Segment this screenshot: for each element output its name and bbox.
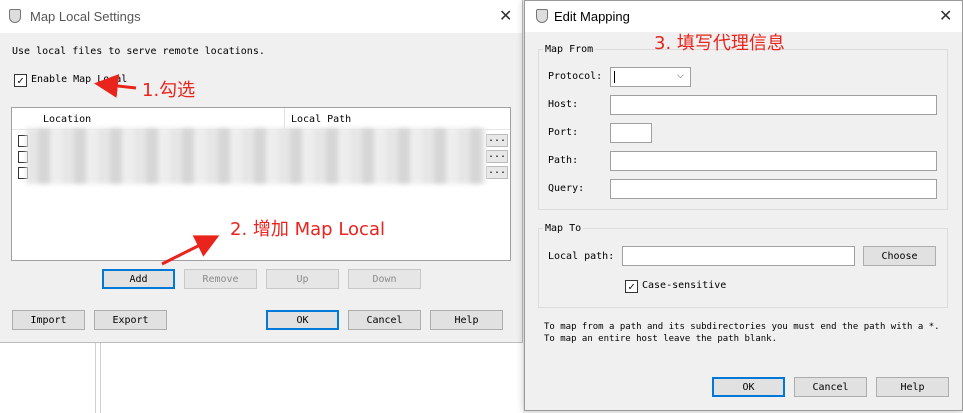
host-label: Host: <box>548 99 579 110</box>
background-app <box>0 343 523 413</box>
background-divider <box>95 343 96 413</box>
ok-button[interactable]: OK <box>266 310 339 330</box>
description-text: Use local files to serve remote location… <box>12 46 265 57</box>
redacted-rows <box>26 128 486 184</box>
remove-button[interactable]: Remove <box>184 269 257 289</box>
annotation-step2: 2. 增加 Map Local <box>230 219 385 240</box>
edit-mapping-dialog: Edit Mapping ✕ Map From Protocol: ⌵ Host… <box>524 0 963 411</box>
column-header-local-path[interactable]: Local Path <box>291 114 351 125</box>
import-button[interactable]: Import <box>12 310 85 330</box>
enable-map-local-checkbox[interactable]: ✓ <box>14 74 27 87</box>
map-to-group <box>538 228 948 308</box>
case-sensitive-checkbox[interactable]: ✓ <box>625 280 638 293</box>
up-button[interactable]: Up <box>266 269 339 289</box>
path-label: Path: <box>548 155 579 166</box>
enable-map-local-label[interactable]: Enable Map Local <box>31 74 127 85</box>
cancel-button[interactable]: Cancel <box>348 310 421 330</box>
port-label: Port: <box>548 127 579 138</box>
query-label: Query: <box>548 183 585 194</box>
add-button[interactable]: Add <box>102 269 175 289</box>
choose-button[interactable]: Choose <box>863 246 936 266</box>
annotation-step1: 1.勾选 <box>142 80 196 101</box>
dialog-title: Edit Mapping <box>554 9 630 24</box>
text-cursor <box>614 71 615 83</box>
close-icon[interactable]: ✕ <box>499 6 512 25</box>
column-divider <box>284 108 285 130</box>
map-local-dialog: Map Local Settings ✕ Use local files to … <box>0 0 523 343</box>
row-browse-button[interactable]: ... <box>486 134 508 147</box>
map-from-legend: Map From <box>543 44 596 55</box>
row-browse-button[interactable]: ... <box>486 166 508 179</box>
path-input[interactable] <box>610 151 937 171</box>
close-icon[interactable]: ✕ <box>939 6 952 25</box>
ok-button[interactable]: OK <box>712 377 785 397</box>
hint-text: To map from a path and its subdirectorie… <box>544 322 940 344</box>
app-icon <box>536 9 548 23</box>
annotation-step3: 3. 填写代理信息 <box>654 33 785 54</box>
map-to-legend: Map To <box>543 223 584 234</box>
dialog-title: Map Local Settings <box>30 9 141 24</box>
case-sensitive-label[interactable]: Case-sensitive <box>642 280 726 291</box>
cancel-button[interactable]: Cancel <box>794 377 867 397</box>
row-browse-button[interactable]: ... <box>486 150 508 163</box>
local-path-label: Local path: <box>548 251 615 262</box>
protocol-select[interactable]: ⌵ <box>610 67 691 87</box>
down-button[interactable]: Down <box>348 269 421 289</box>
protocol-label: Protocol: <box>548 71 603 82</box>
column-header-location[interactable]: Location <box>43 114 91 125</box>
host-input[interactable] <box>610 95 937 115</box>
chevron-down-icon[interactable]: ⌵ <box>677 71 684 81</box>
query-input[interactable] <box>610 179 937 199</box>
app-icon <box>9 9 21 23</box>
help-button[interactable]: Help <box>876 377 949 397</box>
background-divider <box>100 343 101 413</box>
table-header: Location Local Path <box>12 108 510 130</box>
port-input[interactable] <box>610 123 652 143</box>
export-button[interactable]: Export <box>94 310 167 330</box>
help-button[interactable]: Help <box>430 310 503 330</box>
local-path-input[interactable] <box>622 246 855 266</box>
